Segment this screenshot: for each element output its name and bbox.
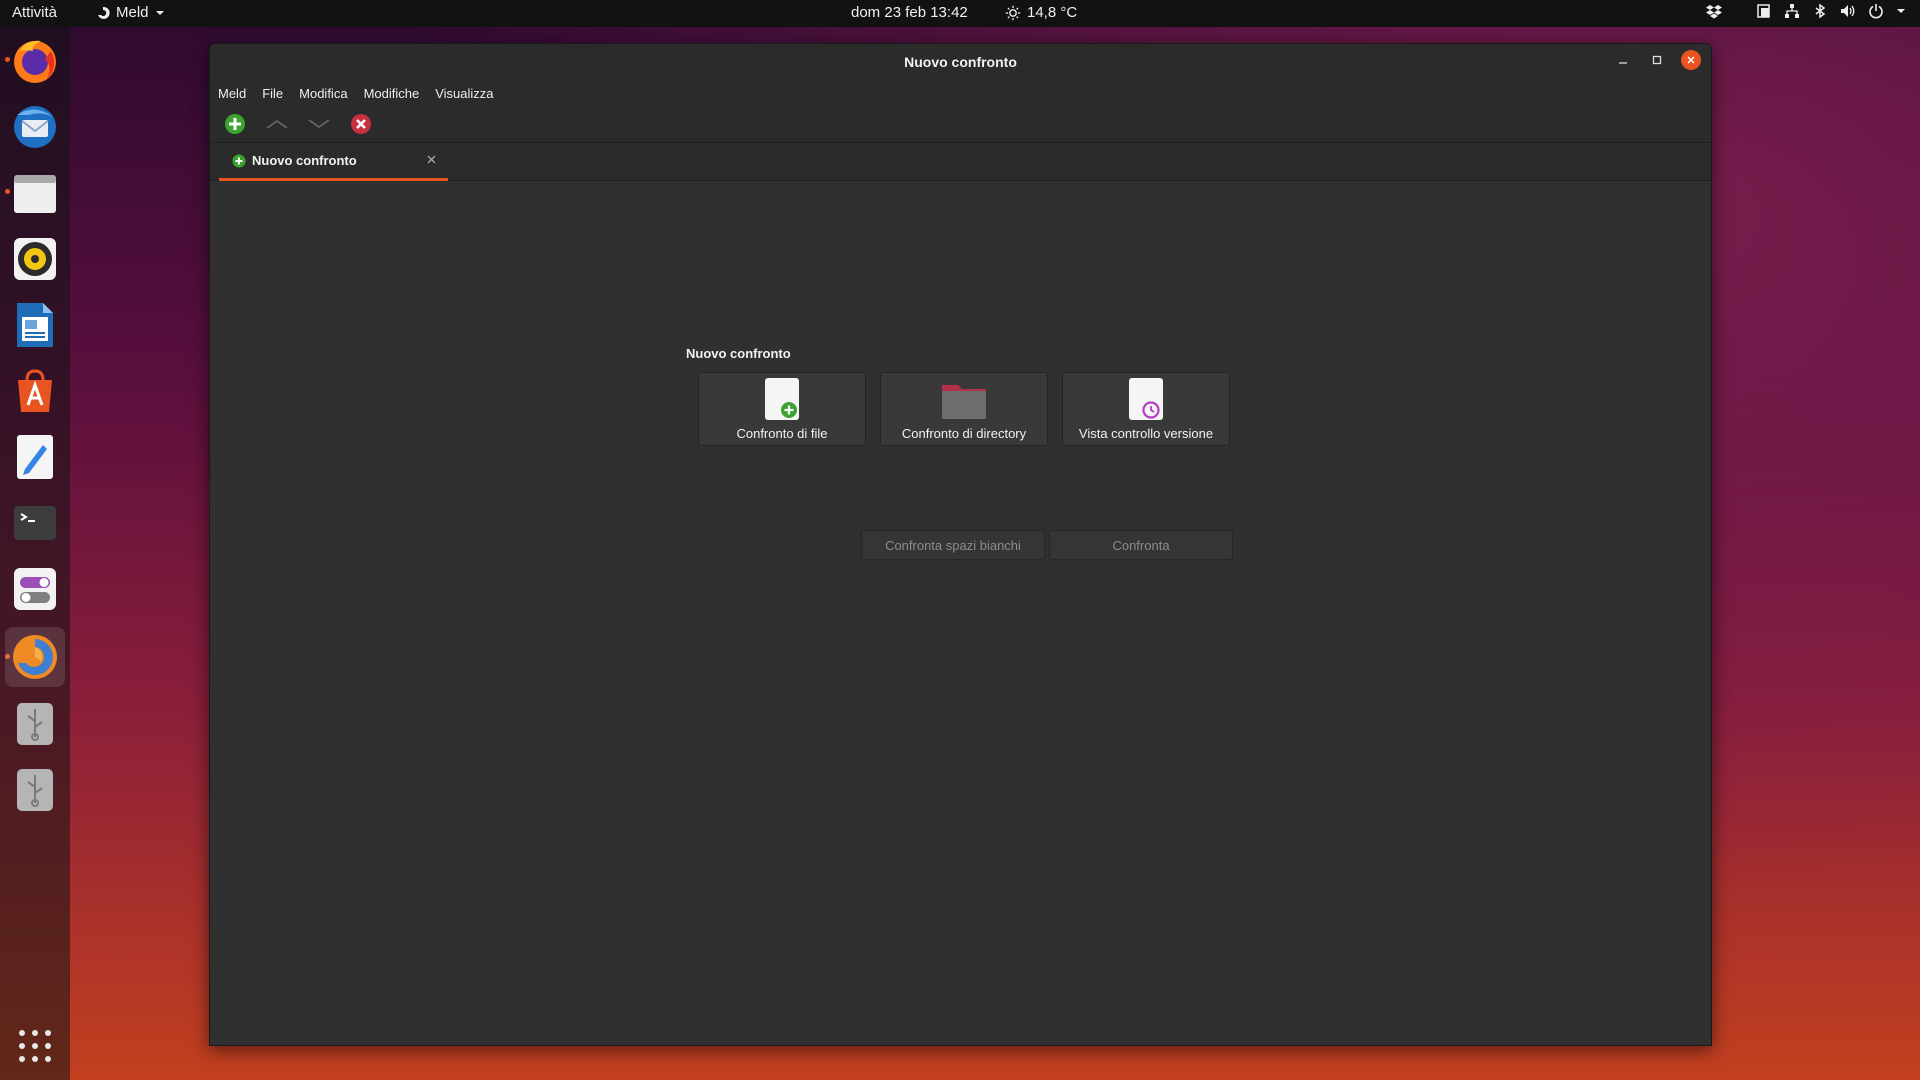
volume-icon[interactable] [1840, 3, 1856, 19]
dock [0, 27, 70, 1080]
app-menu-label: Meld [116, 4, 149, 21]
text-editor-icon [17, 435, 53, 479]
stop-icon [351, 114, 371, 134]
thunderbird-icon [14, 106, 56, 148]
top-bar: Attività Meld dom 23 feb 13:42 14,8 °C [0, 0, 1920, 27]
weather-temperature: 14,8 °C [1027, 4, 1078, 21]
tab-label: Nuovo confronto [252, 153, 357, 168]
window-title: Nuovo confronto [904, 54, 1017, 70]
version-control-button[interactable]: Vista controllo versione [1062, 372, 1230, 446]
dock-terminal[interactable] [10, 498, 60, 548]
usb-drive-icon [17, 769, 53, 811]
sun-icon [1005, 5, 1021, 20]
app-menu[interactable]: Meld [96, 4, 165, 21]
activities-button[interactable]: Attività [12, 4, 57, 21]
dock-app-center[interactable] [10, 366, 60, 416]
grid-dot [19, 1056, 25, 1062]
chevron-down-icon[interactable] [1896, 7, 1906, 15]
menu-bar: Meld File Modifica Modifiche Visualizza [210, 80, 1711, 106]
version-control-label: Vista controllo versione [1078, 426, 1214, 441]
new-comparison-button[interactable] [222, 111, 248, 137]
dropbox-icon[interactable] [1706, 3, 1722, 19]
rhythmbox-icon [14, 238, 56, 280]
toolbar [210, 106, 1711, 143]
dock-firefox[interactable] [10, 36, 60, 86]
meld-app-icon [98, 6, 110, 19]
close-icon [427, 155, 436, 164]
window-controls [1613, 50, 1701, 70]
grid-dot [32, 1056, 38, 1062]
tab-nuovo-confronto[interactable]: Nuovo confronto [219, 143, 448, 181]
firefox-icon [14, 40, 56, 83]
grid-dot [45, 1043, 51, 1049]
tab-close-button[interactable] [427, 152, 436, 167]
version-control-icon [1129, 378, 1163, 420]
directory-comparison-button[interactable]: Confronto di directory [880, 372, 1048, 446]
maximize-icon [1652, 55, 1662, 65]
dock-usb-drive-2[interactable] [10, 765, 60, 815]
stop-button[interactable] [348, 111, 374, 137]
dock-settings[interactable] [10, 564, 60, 614]
terminal-icon [14, 506, 56, 540]
menu-file[interactable]: File [254, 86, 291, 101]
grid-dot [45, 1030, 51, 1036]
minimize-button[interactable] [1613, 50, 1633, 70]
maximize-button[interactable] [1647, 50, 1667, 70]
dock-files[interactable] [10, 168, 60, 218]
settings-toggle-icon [14, 568, 56, 610]
compare-blank-button[interactable]: Confronta spazi bianchi [861, 530, 1045, 560]
folder-icon [942, 385, 986, 419]
menu-modifica[interactable]: Modifica [291, 86, 355, 101]
close-window-button[interactable] [1681, 50, 1701, 70]
meld-icon [13, 635, 57, 679]
menu-meld[interactable]: Meld [210, 86, 254, 101]
clipboard-icon[interactable] [1756, 3, 1772, 19]
close-icon [1687, 56, 1695, 64]
previous-change-button[interactable] [264, 111, 290, 137]
files-icon [14, 175, 56, 213]
system-tray[interactable] [1706, 3, 1906, 19]
grid-dot [32, 1030, 38, 1036]
dock-text-editor[interactable] [10, 432, 60, 482]
grid-dot [32, 1043, 38, 1049]
dock-meld[interactable] [5, 627, 65, 687]
dock-thunderbird[interactable] [10, 102, 60, 152]
grid-dot [19, 1043, 25, 1049]
writer-icon [17, 303, 53, 347]
dock-libreoffice-writer[interactable] [10, 300, 60, 350]
weather-indicator[interactable]: 14,8 °C [1005, 4, 1077, 21]
chevron-down-icon [308, 119, 330, 128]
compare-button[interactable]: Confronta [1049, 530, 1233, 560]
tab-bar: Nuovo confronto [210, 143, 1711, 181]
section-title: Nuovo confronto [686, 346, 791, 361]
next-change-button[interactable] [306, 111, 332, 137]
window-titlebar[interactable]: Nuovo confronto [210, 44, 1711, 80]
file-comparison-button[interactable]: Confronto di file [698, 372, 866, 446]
chevron-down-icon [155, 10, 164, 15]
menu-visualizza[interactable]: Visualizza [427, 86, 501, 101]
app-center-icon [18, 369, 52, 412]
minimize-icon [1619, 62, 1627, 64]
directory-comparison-label: Confronto di directory [901, 426, 1027, 441]
dock-usb-drive-1[interactable] [10, 699, 60, 749]
usb-drive-icon [17, 703, 53, 745]
file-comparison-label: Confronto di file [736, 426, 828, 441]
new-file-icon [765, 378, 799, 420]
power-icon[interactable] [1868, 3, 1884, 19]
clock[interactable]: dom 23 feb 13:42 [851, 4, 968, 21]
bluetooth-icon[interactable] [1812, 3, 1828, 19]
menu-modifiche[interactable]: Modifiche [356, 86, 428, 101]
grid-dot [45, 1056, 51, 1062]
grid-dot [19, 1030, 25, 1036]
dock-rhythmbox[interactable] [10, 234, 60, 284]
meld-window: Nuovo confronto Meld File Modifica Modif… [209, 43, 1712, 1046]
new-comparison-panel: Nuovo confronto Confronto di file Confro… [210, 181, 1711, 1045]
add-icon [232, 154, 246, 167]
network-icon[interactable] [1784, 3, 1800, 19]
show-applications-button[interactable] [19, 1030, 51, 1062]
chevron-up-icon [266, 120, 288, 129]
add-icon [225, 114, 245, 134]
